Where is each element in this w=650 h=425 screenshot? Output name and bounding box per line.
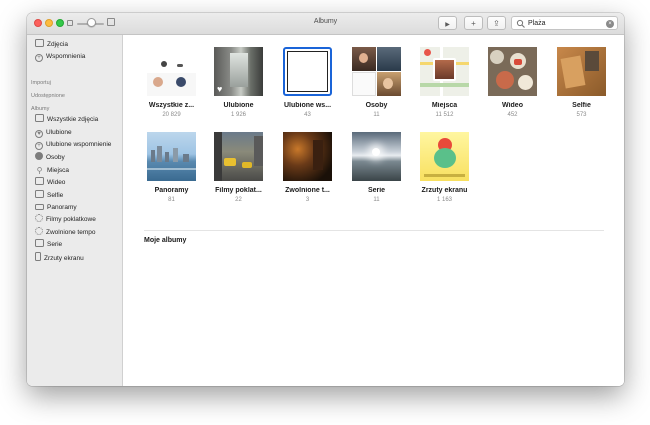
album-count: 3 — [305, 197, 310, 203]
person-icon — [35, 152, 43, 160]
sidebar-item-screenshots[interactable]: Zrzuty ekranu — [35, 252, 84, 264]
selfie-icon — [35, 190, 44, 198]
sidebar-section-albums[interactable]: Albumy — [31, 106, 49, 112]
sidebar-item-label: Zdjęcia — [47, 41, 68, 48]
album-count: 20 829 — [162, 112, 181, 118]
album-title: Zrzuty ekranu — [421, 187, 468, 194]
album-title: Wszystkie z... — [148, 102, 195, 109]
sidebar-item-bursts[interactable]: Serie — [35, 239, 62, 251]
share-button[interactable]: ⇪ — [487, 16, 506, 30]
sidebar: Zdjęcia + Wspomnienia Importuj Udostępnio… — [27, 35, 123, 386]
photos-window: Albumy ▶ + ⇪ Plaża × Zdjęcia + Wspomnieni… — [27, 13, 624, 386]
heart-icon: ♥ — [35, 130, 43, 138]
memories-icon: + — [35, 54, 43, 62]
sidebar-item-label: Osoby — [46, 154, 65, 161]
album-thumbnail — [420, 132, 469, 181]
sidebar-item-label: Ulubione — [46, 129, 72, 136]
heart-icon: ♥ — [217, 84, 223, 94]
sidebar-item-photos[interactable]: Zdjęcia — [35, 39, 68, 51]
search-field[interactable]: Plaża × — [511, 16, 618, 30]
album-thumbnail: ♥ — [214, 47, 263, 96]
album-thumbnail — [557, 47, 606, 96]
album-thumbnail — [283, 47, 332, 96]
sidebar-item-label: Miejsca — [47, 167, 70, 174]
slowmo-icon — [35, 227, 43, 235]
sidebar-item-all-photos[interactable]: Wszystkie zdjęcia — [35, 114, 98, 126]
album-count: 1 926 — [230, 112, 246, 118]
sidebar-item-favorite-memories[interactable]: + Ulubione wspomnienie — [35, 139, 111, 151]
sidebar-item-label: Panoramy — [47, 204, 77, 211]
section-divider — [144, 230, 604, 231]
plus-icon: + — [471, 19, 476, 28]
my-albums-heading: Moje albumy — [144, 237, 187, 244]
album-count: 452 — [507, 112, 518, 118]
album-title: Zwolnione t... — [285, 187, 330, 194]
sidebar-section-shared[interactable]: Udostępnione — [31, 93, 65, 99]
album-thumbnail — [147, 132, 196, 181]
all-photos-icon — [35, 114, 44, 122]
album-title: Wideo — [502, 102, 523, 109]
sidebar-item-label: Zrzuty ekranu — [44, 255, 84, 262]
album-thumbnail — [420, 47, 469, 96]
pin-icon: ⚲ — [36, 166, 43, 175]
sidebar-item-videos[interactable]: Wideo — [35, 177, 65, 189]
video-icon — [35, 177, 44, 185]
sidebar-item-label: Serie — [47, 241, 63, 248]
album-thumbnail — [283, 132, 332, 181]
burst-icon — [35, 239, 44, 247]
album-count: 11 — [373, 197, 380, 203]
album-count: 81 — [168, 197, 175, 203]
album-title: Selfie — [572, 102, 591, 109]
album-title: Filmy poklat... — [215, 187, 262, 194]
sidebar-item-label: Wspomnienia — [46, 53, 86, 60]
album-thumbnail — [214, 132, 263, 181]
title-bar: Albumy ▶ + ⇪ Plaża × — [27, 13, 624, 35]
sidebar-item-panoramas[interactable]: Panoramy — [35, 202, 77, 214]
album-count: 1 163 — [436, 197, 452, 203]
album-count: 11 512 — [435, 112, 454, 118]
add-button[interactable]: + — [464, 16, 483, 30]
panorama-icon — [35, 204, 44, 210]
sidebar-item-label: Filmy poklatkowe — [46, 216, 96, 223]
sidebar-item-timelapse[interactable]: Filmy poklatkowe — [35, 214, 96, 226]
sidebar-item-label: Ulubione wspomnienie — [46, 141, 112, 148]
sidebar-item-label: Wszystkie zdjęcia — [47, 116, 99, 123]
sidebar-item-memories[interactable]: + Wspomnienia — [35, 51, 85, 63]
album-thumbnail — [488, 47, 537, 96]
favorite-memories-icon: + — [35, 142, 43, 150]
share-icon: ⇪ — [493, 19, 500, 28]
album-title: Ulubione — [223, 102, 254, 109]
album-title: Panoramy — [154, 187, 189, 194]
search-input[interactable]: Plaża — [528, 20, 546, 27]
timelapse-icon — [35, 214, 43, 222]
sidebar-item-label: Selfie — [47, 192, 64, 199]
clear-search-icon[interactable]: × — [606, 19, 614, 28]
album-count: 11 — [373, 112, 380, 118]
album-thumbnail — [352, 132, 401, 181]
album-count: 22 — [235, 197, 242, 203]
photos-icon — [35, 39, 44, 47]
sidebar-item-people[interactable]: Osoby — [35, 152, 65, 164]
sidebar-item-slowmo[interactable]: Zwolnione tempo — [35, 227, 96, 239]
album-title: Miejsca — [431, 102, 458, 109]
sidebar-section-import[interactable]: Importuj — [31, 80, 51, 86]
sidebar-item-favorites[interactable]: ♥ Ulubione — [35, 127, 72, 139]
album-count: 43 — [304, 112, 311, 118]
album-title: Serie — [367, 187, 386, 194]
album-thumbnail — [147, 47, 196, 96]
sidebar-item-label: Zwolnione tempo — [46, 229, 96, 236]
album-thumbnail — [352, 47, 401, 96]
sidebar-item-places[interactable]: ⚲ Miejsca — [35, 165, 69, 177]
sidebar-item-selfies[interactable]: Selfie — [35, 190, 63, 202]
album-title: Osoby — [365, 102, 388, 109]
play-icon: ▶ — [445, 22, 450, 28]
sidebar-item-label: Wideo — [47, 179, 66, 186]
slideshow-button[interactable]: ▶ — [438, 16, 457, 30]
search-icon — [516, 19, 525, 28]
album-title: Ulubione ws... — [283, 102, 332, 109]
album-count: 573 — [576, 112, 587, 118]
albums-grid: Wszystkie z... 20 829 ♥ Ulubione 1 926 U… — [123, 35, 624, 386]
screenshot-icon — [35, 252, 41, 261]
